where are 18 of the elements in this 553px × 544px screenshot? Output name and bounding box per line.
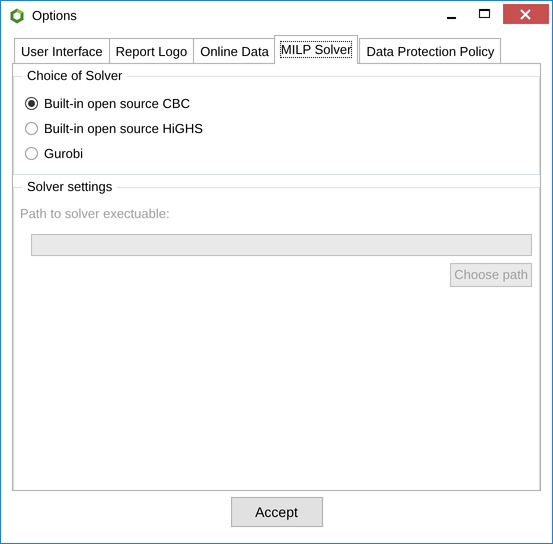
tab[interactable]: MILP Solver — [274, 35, 358, 64]
close-button[interactable] — [502, 4, 549, 24]
tab[interactable]: User Interface — [14, 38, 110, 64]
radio-button[interactable] — [25, 97, 38, 110]
maximize-icon — [479, 9, 490, 20]
window-title: Options — [32, 7, 77, 26]
radio-button[interactable] — [25, 147, 38, 160]
radio-label: Built-in open source CBC — [44, 94, 190, 113]
accept-button[interactable]: Accept — [230, 497, 322, 527]
tab[interactable]: Data Protection Policy — [359, 38, 502, 64]
radio-button[interactable] — [25, 122, 38, 135]
radio-label: Built-in open source HiGHS — [44, 120, 203, 138]
close-icon — [520, 8, 532, 20]
app-logo-icon — [9, 8, 25, 24]
radio-label: Gurobi — [44, 144, 84, 163]
field-label: Path to solver exectuable: — [20, 205, 171, 223]
group-title: Solver settings — [22, 179, 118, 195]
minimize-icon — [446, 17, 456, 20]
